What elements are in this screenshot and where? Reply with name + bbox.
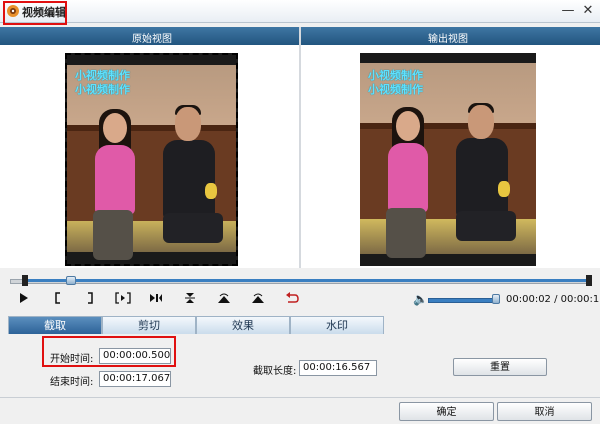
tab-effects[interactable]: 效果 [196,316,290,334]
close-button[interactable]: ✕ [580,3,596,19]
watermark-text-2: 小视频制作 [368,83,423,96]
output-view-label: 输出视图 [428,34,468,45]
footer-divider [0,397,600,398]
minimize-button[interactable]: — [560,3,576,19]
current-time: 00:00:02 [506,294,551,305]
seek-thumb[interactable] [66,276,76,285]
start-time-highlight-box [42,336,176,367]
cancel-button[interactable]: 取消 [497,402,592,421]
title-highlight-box [3,1,67,25]
seek-selection [25,279,590,282]
tab-bar: 截取 剪切 效果 水印 [8,316,590,336]
original-video-frame[interactable]: 小视频制作 小视频制作 [65,53,238,266]
play-icon[interactable] [14,292,34,308]
total-time: 00:00:17 [560,294,600,305]
reset-button[interactable]: 重置 [453,358,547,376]
view-divider [299,27,301,268]
volume-icon[interactable]: 🔈 [413,293,428,305]
watermark-text-2: 小视频制作 [75,83,130,96]
volume-slider-thumb[interactable] [492,294,500,304]
output-video-frame: 小视频制作 小视频制作 [360,53,536,266]
tab-cut[interactable]: 剪切 [102,316,196,334]
rotate-left-icon[interactable] [214,292,234,308]
seek-start-marker[interactable] [22,275,28,286]
trim-length-label: 截取长度: [253,366,297,377]
rotate-right-icon[interactable] [248,292,268,308]
trim-length-field: 00:00:16.567 [299,360,377,376]
time-separator: / [550,294,561,305]
mark-in-icon[interactable] [48,292,68,308]
title-bar: 视频编辑 — ✕ [0,0,600,23]
mark-out-icon[interactable] [80,292,100,308]
flip-vertical-icon[interactable] [180,292,200,308]
original-view-label: 原始视图 [132,34,172,45]
undo-icon[interactable] [282,292,302,308]
tab-trim[interactable]: 截取 [8,316,102,334]
tab-watermark[interactable]: 水印 [290,316,384,334]
seek-end-marker[interactable] [586,275,592,286]
volume-slider-track[interactable] [428,298,500,303]
end-time-label: 结束时间: [50,377,94,388]
step-icon[interactable] [146,292,166,308]
ok-button[interactable]: 确定 [399,402,494,421]
play-selection-icon[interactable] [113,292,133,308]
end-time-field[interactable]: 00:00:17.067 [99,371,171,387]
time-readout: 00:00:02 / 00:00:17 [506,294,600,305]
